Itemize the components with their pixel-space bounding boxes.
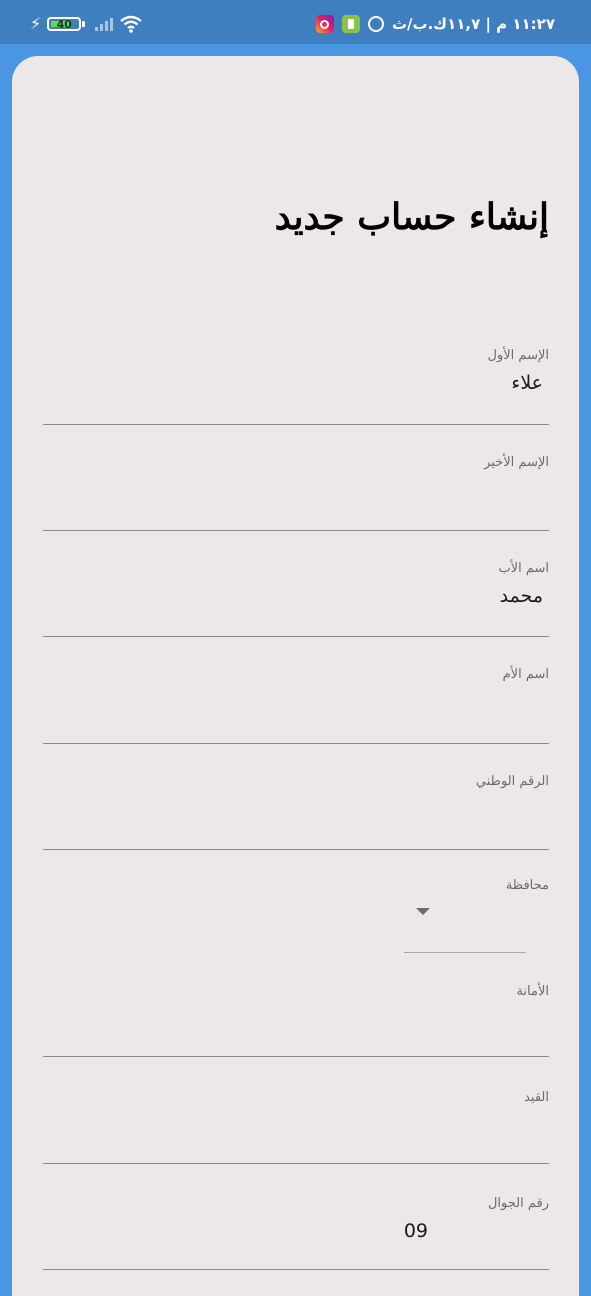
field-underline (43, 743, 549, 744)
mobile-number-label: رقم الجوال (487, 1196, 549, 1211)
field-underline (43, 424, 549, 425)
governorate-label: محافظة (505, 878, 549, 893)
last-name-label: الإسم الأخير (484, 455, 549, 470)
field-underline (43, 1163, 549, 1164)
instagram-icon (315, 15, 334, 33)
father-name-value: محمد (499, 585, 543, 607)
first-name-field[interactable]: الإسم الأول علاء (43, 348, 549, 425)
first-name-label: الإسم الأول (487, 348, 549, 363)
national-id-field[interactable]: الرقم الوطني (43, 774, 549, 850)
battery-icon: 40 (47, 17, 82, 31)
signal-icon (95, 17, 114, 31)
field-underline (43, 849, 549, 850)
dropdown-underline (404, 952, 526, 953)
app-icon (341, 15, 360, 33)
page-title: إنشاء حساب جديد (274, 196, 549, 238)
father-name-field[interactable]: اسم الأب محمد (43, 561, 549, 637)
last-name-field[interactable]: الإسم الأخير (43, 455, 549, 531)
mobile-number-field[interactable]: رقم الجوال 09 (43, 1196, 549, 1270)
wifi-icon (119, 15, 143, 33)
status-left: ⚡ 40 (30, 13, 143, 35)
national-id-label: الرقم الوطني (475, 774, 549, 789)
first-name-value: علاء (511, 372, 543, 394)
mother-name-label: اسم الأم (502, 667, 549, 682)
charging-bolt-icon: ⚡ (30, 14, 42, 33)
mobile-number-value: 09 (403, 1220, 428, 1242)
registry-label: القيد (524, 1090, 549, 1105)
field-underline (43, 1269, 549, 1270)
registry-field[interactable]: القيد (43, 1090, 549, 1164)
field-underline (43, 636, 549, 637)
alarm-icon (367, 16, 384, 32)
dropdown-arrow-icon[interactable] (416, 908, 430, 915)
status-right: ١١:٢٧ م | ١١,٧ك.ب/ث (315, 13, 555, 35)
field-underline (43, 530, 549, 531)
battery-level: 40 (56, 17, 72, 31)
mother-name-field[interactable]: اسم الأم (43, 667, 549, 744)
amana-label: الأمانة (516, 984, 549, 999)
amana-field[interactable]: الأمانة (43, 984, 549, 1057)
status-bar: ⚡ 40 ١١:٢٧ م | ١١,٧ك.ب/ث (0, 0, 591, 44)
status-time: ١١:٢٧ م | ١١,٧ك.ب/ث (391, 15, 555, 33)
governorate-dropdown[interactable]: محافظة (43, 878, 549, 958)
registration-card: إنشاء حساب جديد الإسم الأول علاء الإسم ا… (12, 56, 579, 1296)
field-underline (43, 1056, 549, 1057)
father-name-label: اسم الأب (498, 561, 549, 576)
